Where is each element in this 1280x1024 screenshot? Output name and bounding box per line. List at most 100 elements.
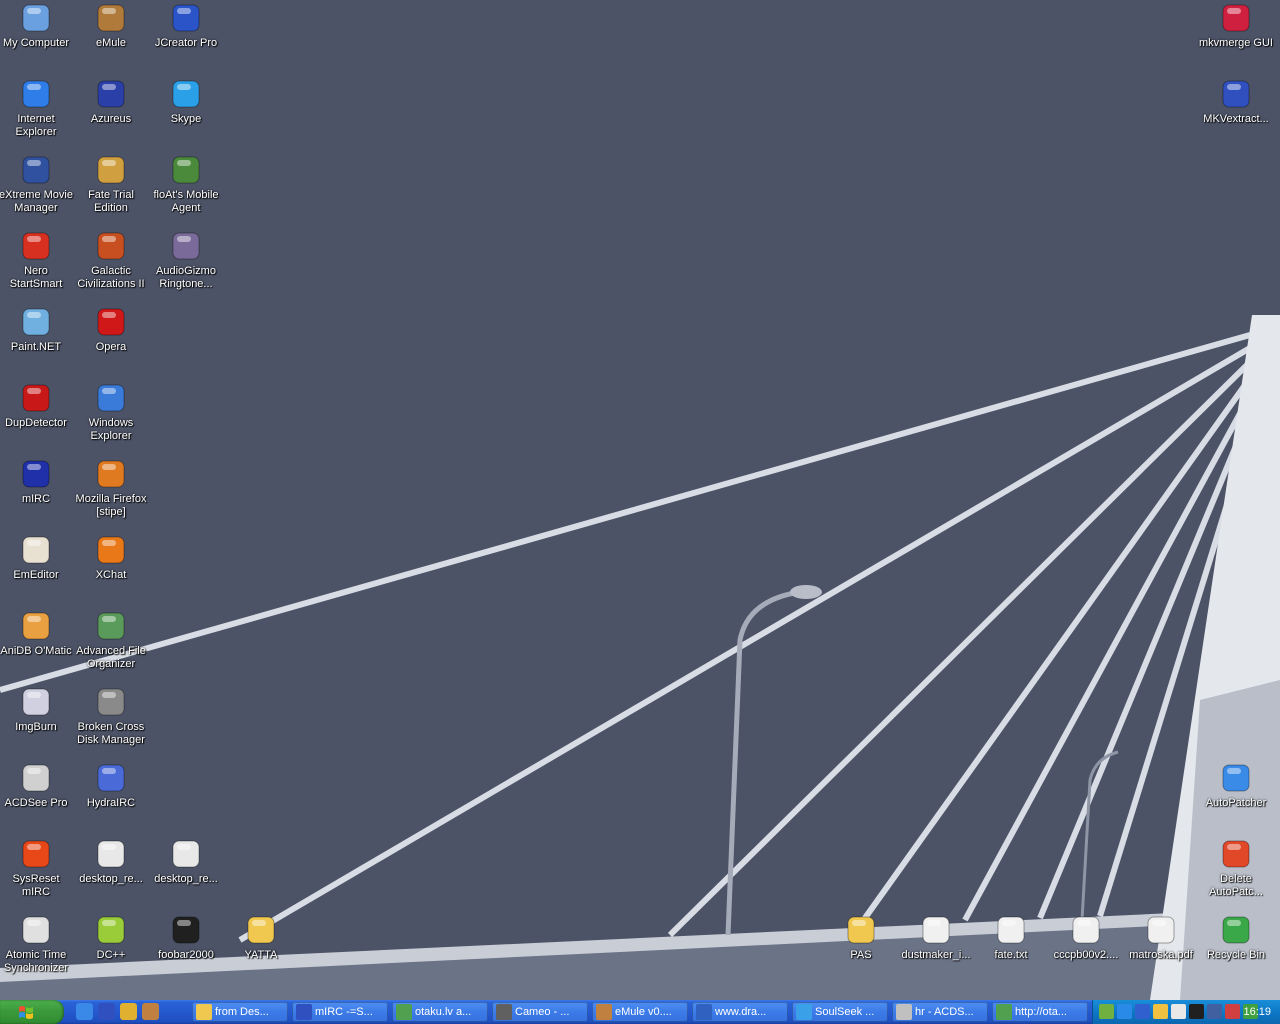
desktop-icon-label: desktop_re... [79, 873, 143, 885]
float-mobile-agent-icon [170, 154, 202, 186]
start-button[interactable] [0, 1000, 64, 1024]
browser-icon [996, 1004, 1012, 1020]
desktop-icon-label: Broken Cross Disk Manager [77, 721, 145, 746]
desktop-icon[interactable]: desktop_re... [73, 838, 149, 886]
desktop-icon[interactable]: SysReset mIRC [0, 838, 74, 899]
desktop-icon[interactable]: Opera [73, 306, 149, 354]
desktop-icon[interactable]: Recycle Bin [1198, 914, 1274, 962]
desktop-icon[interactable]: foobar2000 [148, 914, 224, 962]
desktop-icon-label: cccpb00v2.... [1053, 949, 1119, 961]
desktop-icon-label: mkvmerge GUI [1199, 37, 1273, 49]
desktop-icon[interactable]: Delete AutoPatc... [1198, 838, 1274, 899]
desktop-icon-label: Atomic Time Synchronizer [3, 949, 69, 974]
desktop-icon[interactable]: mIRC [0, 458, 74, 506]
desktop-icon[interactable]: DC++ [73, 914, 149, 962]
winamp-quick-icon[interactable] [120, 1003, 137, 1020]
desktop-icon[interactable]: YATTA [223, 914, 299, 962]
desktop-icon[interactable]: Atomic Time Synchronizer [0, 914, 74, 975]
mirc-quick-icon[interactable] [98, 1003, 115, 1020]
desktop-icon-label: dustmaker_i... [901, 949, 971, 961]
browser-icon [396, 1004, 412, 1020]
desktop-icon[interactable]: Internet Explorer [0, 78, 74, 139]
desktop-icon-label: Advanced File Organizer [76, 645, 146, 670]
phone-tray-icon[interactable] [1189, 1004, 1204, 1019]
desktop-icon[interactable]: XChat [73, 534, 149, 582]
desktop-icon[interactable]: floAt's Mobile Agent [148, 154, 224, 215]
desktop-icon[interactable]: HydraIRC [73, 762, 149, 810]
desktop-icon[interactable]: matroska.pdf [1123, 914, 1199, 962]
recycle-bin-icon [1220, 914, 1252, 946]
taskbar-button[interactable]: hr - ACDS... [892, 1002, 988, 1022]
desktop-icon[interactable]: eMule [73, 2, 149, 50]
clock[interactable]: 16:19 [1243, 1000, 1271, 1024]
desktop-icon[interactable]: PAS [823, 914, 899, 962]
my-computer-icon [20, 2, 52, 34]
shield-tray-icon[interactable] [1135, 1004, 1150, 1019]
desktop-icon[interactable]: AniDB O'Matic [0, 610, 74, 658]
back-arrow-icon[interactable] [1099, 1004, 1114, 1019]
taskbar-button[interactable]: http://ota... [992, 1002, 1088, 1022]
audiogizmo-icon [170, 230, 202, 262]
desktop-icon[interactable]: Galactic Civilizations II [73, 230, 149, 291]
ie-quick-icon[interactable] [76, 1003, 93, 1020]
taskbar-button[interactable]: from Des... [192, 1002, 288, 1022]
desktop-icon[interactable]: My Computer [0, 2, 74, 50]
network-tray-icon[interactable] [1207, 1004, 1222, 1019]
desktop-icon[interactable]: ACDSee Pro [0, 762, 74, 810]
desktop-icon[interactable]: cccpb00v2.... [1048, 914, 1124, 962]
sysreset-icon [20, 838, 52, 870]
desktop-icon[interactable]: EmEditor [0, 534, 74, 582]
desktop-icon[interactable]: eXtreme Movie Manager [0, 154, 74, 215]
desktop-icon[interactable]: ImgBurn [0, 686, 74, 734]
desktop-icon[interactable]: Skype [148, 78, 224, 126]
taskbar-button[interactable]: mIRC -=S... [292, 1002, 388, 1022]
desktop-icon[interactable]: mkvmerge GUI [1198, 2, 1274, 50]
desktop-icon[interactable]: fate.txt [973, 914, 1049, 962]
taskbar-button-label: http://ota... [1015, 1006, 1067, 1018]
desktop-icon[interactable]: Broken Cross Disk Manager [73, 686, 149, 747]
desktop-icon-label: AutoPatcher [1205, 797, 1267, 809]
windows-explorer-icon [95, 382, 127, 414]
desktop-icon[interactable]: AudioGizmo Ringtone... [148, 230, 224, 291]
acdsee-icon [896, 1004, 912, 1020]
desktop-icon[interactable]: desktop_re... [148, 838, 224, 886]
sun-tray-icon[interactable] [1153, 1004, 1168, 1019]
desktop-icon[interactable]: Mozilla Firefox [stipe] [73, 458, 149, 519]
desktop-icon[interactable]: Fate Trial Edition [73, 154, 149, 215]
desktop-icon-label: ImgBurn [15, 721, 57, 733]
taskbar-button[interactable]: SoulSeek ... [792, 1002, 888, 1022]
taskbar-button-label: Cameo - ... [515, 1006, 570, 1018]
desktop-icon-label: AniDB O'Matic [0, 645, 72, 657]
taskbar-button[interactable]: otaku.lv a... [392, 1002, 488, 1022]
desktop-icon-label: eXtreme Movie Manager [0, 189, 73, 214]
desktop-icon[interactable]: AutoPatcher [1198, 762, 1274, 810]
internet-explorer-icon [20, 78, 52, 110]
soulseek-tray-icon[interactable] [1117, 1004, 1132, 1019]
desktop-icon-label: foobar2000 [158, 949, 214, 961]
desktop-icon[interactable]: Advanced File Organizer [73, 610, 149, 671]
desktop-icon[interactable]: Paint.NET [0, 306, 74, 354]
desktop-icon-label: floAt's Mobile Agent [153, 189, 219, 214]
skype-icon [170, 78, 202, 110]
desktop-icon[interactable]: Windows Explorer [73, 382, 149, 443]
users-tray-icon[interactable] [1225, 1004, 1240, 1019]
taskbar-button[interactable]: eMule v0.... [592, 1002, 688, 1022]
jcreator-icon [170, 2, 202, 34]
emule-quick-icon[interactable] [142, 1003, 159, 1020]
folder-icon [245, 914, 277, 946]
desktop-icon[interactable]: Azureus [73, 78, 149, 126]
taskbar-button-label: mIRC -=S... [315, 1006, 373, 1018]
desktop-icon[interactable]: JCreator Pro [148, 2, 224, 50]
folder-icon [845, 914, 877, 946]
taskbar-button[interactable]: Cameo - ... [492, 1002, 588, 1022]
desktop-icon[interactable]: Nero StartSmart [0, 230, 74, 291]
desktop-icon[interactable]: MKVextract... [1198, 78, 1274, 126]
txt-file-icon [995, 914, 1027, 946]
display-tray-icon[interactable] [1171, 1004, 1186, 1019]
acdsee-icon [20, 762, 52, 794]
desktop-icon[interactable]: dustmaker_i... [898, 914, 974, 962]
desktop-icon-label: matroska.pdf [1129, 949, 1193, 961]
desktop-icon[interactable]: DupDetector [0, 382, 74, 430]
hydrairc-icon [95, 762, 127, 794]
taskbar-button[interactable]: www.dra... [692, 1002, 788, 1022]
